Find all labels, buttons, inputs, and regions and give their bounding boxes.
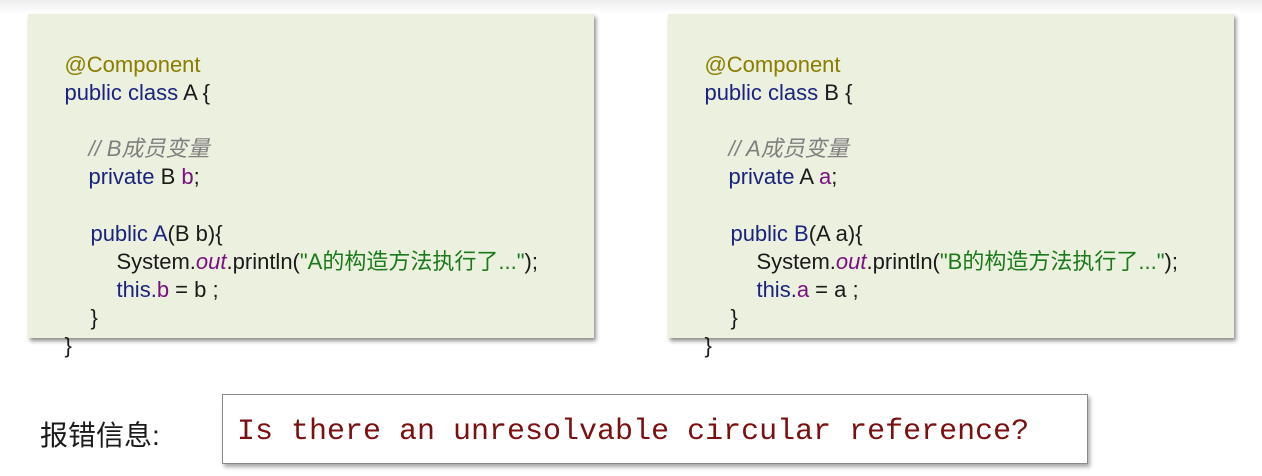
field-name: b [156, 277, 170, 303]
class-close: } [40, 304, 71, 358]
constructor-signature: public A(B b){ [66, 192, 222, 246]
println-statement: System.out.println("B的构造方法执行了..."); [732, 220, 1178, 274]
field-declaration: private A a; [704, 135, 837, 189]
field-type: A [794, 164, 819, 190]
error-message: Is there an unresolvable circular refere… [237, 415, 1030, 449]
brace: } [90, 305, 98, 331]
statement-end: ); [1164, 249, 1178, 275]
class-declaration: public class A { [40, 51, 210, 105]
string-literal: "B的构造方法执行了..." [939, 249, 1165, 275]
string-literal: "A的构造方法执行了..." [299, 249, 525, 275]
error-message-box: Is there an unresolvable circular refere… [222, 394, 1088, 464]
field-declaration: private B b; [64, 135, 199, 189]
annotation-line: @Component [680, 23, 840, 77]
field-name: a [818, 164, 832, 190]
class-name: A { [178, 80, 210, 106]
constructor-signature: public B(A a){ [706, 192, 862, 246]
class-declaration: public class B { [680, 51, 852, 105]
this-keyword: this. [756, 277, 797, 303]
println-call: .println( [226, 249, 300, 275]
assignment-statement: this.a = a ; [732, 248, 858, 302]
class-close: } [680, 304, 711, 358]
assignment-rest: = a ; [809, 277, 859, 303]
brace: } [730, 305, 738, 331]
this-keyword: this. [116, 277, 157, 303]
assignment-statement: this.b = b ; [92, 248, 218, 302]
println-statement: System.out.println("A的构造方法执行了..."); [92, 220, 538, 274]
keyword: public class [704, 80, 819, 106]
annotation-line: @Component [40, 23, 200, 77]
field-type: B [154, 164, 182, 190]
statement-end: ); [524, 249, 538, 275]
constructor-close: } [66, 276, 97, 330]
semicolon: ; [831, 164, 838, 190]
error-label: 报错信息: [40, 420, 160, 451]
class-name: B { [818, 80, 853, 106]
comment-line: // B成员变量 [64, 107, 209, 161]
comment-line: // A成员变量 [704, 107, 848, 161]
field-name: a [796, 277, 810, 303]
assignment-rest: = b ; [169, 277, 219, 303]
brace: } [64, 333, 72, 359]
brace: } [704, 333, 712, 359]
keyword: private [728, 164, 795, 190]
keyword: private [88, 164, 155, 190]
code-panel-class-b: @Component public class B { // A成员变量 pri… [668, 14, 1234, 358]
println-call: .println( [866, 249, 940, 275]
semicolon: ; [193, 164, 200, 190]
constructor-close: } [706, 276, 737, 330]
top-shadow [0, 0, 1262, 14]
keyword: public class [64, 80, 179, 106]
code-panel-class-a: @Component public class A { // B成员变量 pri… [28, 14, 594, 358]
field-name: b [181, 164, 194, 190]
